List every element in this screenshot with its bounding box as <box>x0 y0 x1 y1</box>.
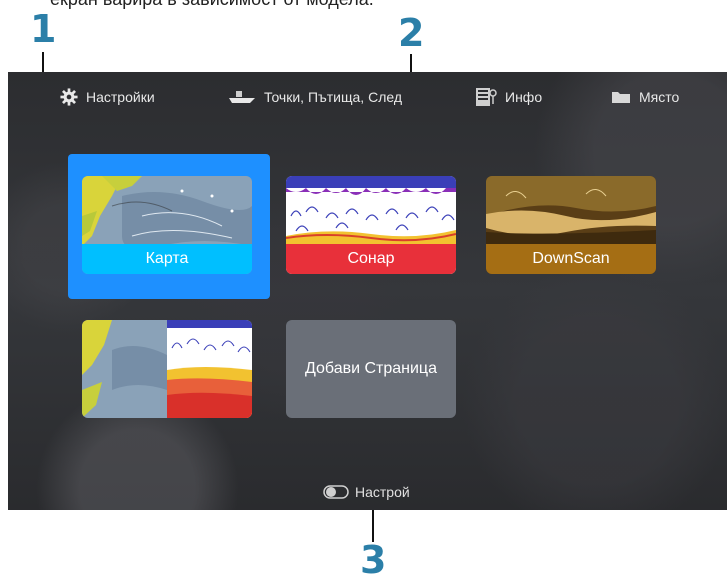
waypoints-label: Точки, Пътища, След <box>264 89 403 105</box>
toggle-icon <box>323 485 349 499</box>
sonar-label: Сонар <box>286 244 456 274</box>
chart-sonar-combo-tile[interactable] <box>82 320 252 418</box>
settings-label: Настройки <box>86 89 155 105</box>
callout-2: 2 <box>398 11 425 55</box>
home-screen: Настройки Точки, Пътища, След Инфо Място… <box>8 72 727 510</box>
sonar-tile[interactable]: Сонар <box>286 176 456 274</box>
customize-button[interactable]: Настрой <box>323 484 410 500</box>
chart-label: Карта <box>82 244 252 274</box>
downscan-tile[interactable]: DownScan <box>486 176 656 274</box>
boat-icon <box>229 91 255 103</box>
settings-button[interactable]: Настройки <box>60 86 155 108</box>
waypoints-button[interactable]: Точки, Пътища, След <box>228 86 402 108</box>
top-bar: Настройки Точки, Пътища, След Инфо Място <box>8 72 727 120</box>
info-label: Инфо <box>505 89 543 105</box>
downscan-label: DownScan <box>486 244 656 274</box>
location-button[interactable]: Място <box>611 86 679 108</box>
customize-label: Настрой <box>355 484 410 500</box>
callout-1: 1 <box>30 7 57 51</box>
gear-icon <box>60 88 78 106</box>
location-label: Място <box>639 89 680 105</box>
info-gauge-icon <box>476 88 497 106</box>
folder-icon <box>612 92 630 103</box>
callout-3: 3 <box>360 538 387 582</box>
chart-tile[interactable]: Карта <box>82 176 252 274</box>
info-button[interactable]: Инфо <box>475 86 542 108</box>
add-page-tile[interactable]: Добави Страница <box>286 320 456 418</box>
add-page-label: Добави Страница <box>304 360 437 377</box>
chart-sonar-combo-thumbnail <box>82 320 252 418</box>
document-caption: екран варира в зависимост от модела. <box>50 0 374 10</box>
